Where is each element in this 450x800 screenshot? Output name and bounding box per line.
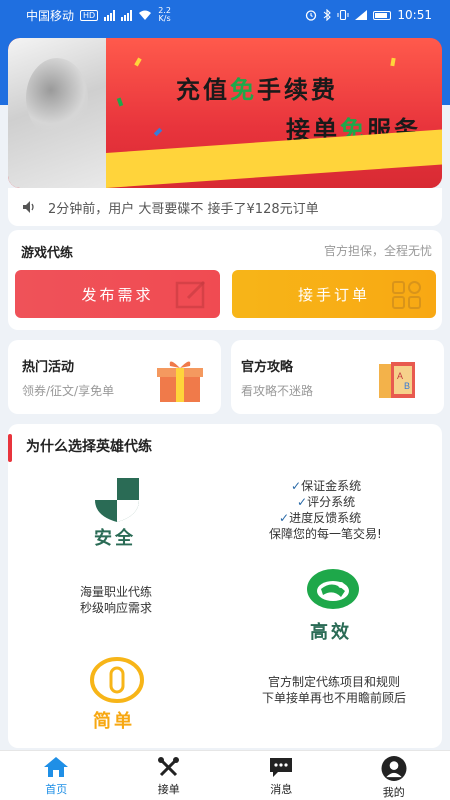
why-choose-card: 为什么选择英雄代练 安全 ✓保证金系统 ✓评分系统 ✓进度反馈系统 保障您的每一… [8, 424, 442, 748]
message-icon [270, 758, 293, 777]
safe-point-1: 保证金系统 [301, 479, 362, 493]
hd-badge: HD [80, 9, 99, 21]
tab-profile[interactable]: 我的 [338, 751, 450, 800]
game-boost-card: 游戏代练 官方担保，全程无忧 发布需求 接手订单 [8, 230, 442, 330]
svg-text:B: B [404, 381, 410, 391]
tab-take-order-label: 接单 [157, 783, 180, 796]
tab-home[interactable]: 首页 [0, 751, 113, 800]
tab-take-order[interactable]: 接单 [113, 751, 226, 800]
post-demand-button[interactable]: 发布需求 [15, 270, 220, 318]
game-boost-subtitle: 官方担保，全程无忧 [323, 244, 432, 258]
battery-icon [373, 10, 392, 20]
tab-messages[interactable]: 消息 [225, 751, 338, 800]
signal-icon-2 [121, 9, 133, 21]
post-demand-label: 发布需求 [81, 285, 154, 304]
take-order-button[interactable]: 接手订单 [232, 270, 436, 318]
section-accent-bar [8, 434, 12, 462]
efficient-line-2: 秒级响应需求 [79, 601, 152, 615]
order-ticker: 2分钟前，用户 大哥要碟不 接手了¥128元订单 [8, 188, 442, 226]
bottom-tab-bar: 首页 接单 消息 我的 [0, 750, 450, 800]
simple-line-2: 下单接单再也不用瞻前顾后 [261, 691, 406, 705]
edit-icon [175, 280, 206, 309]
svg-text:A: A [397, 371, 403, 381]
safe-point-2: 评分系统 [307, 495, 356, 509]
why-choose-title: 为什么选择英雄代练 [26, 439, 152, 455]
banner-headline-1: 充值免手续费 [176, 76, 338, 104]
speaker-icon [23, 201, 34, 213]
simple-label: 简单 [93, 711, 135, 732]
shield-icon [95, 478, 139, 522]
ticker-text: 2分钟前，用户 大哥要碟不 接手了¥128元订单 [48, 201, 319, 217]
take-order-label: 接手订单 [297, 285, 370, 304]
hot-activity-card[interactable]: 热门活动 领券/征文/享免单 [8, 340, 221, 414]
efficient-line-1: 海量职业代练 [79, 585, 152, 599]
bluetooth-icon [324, 9, 332, 21]
safe-label: 安全 [94, 528, 136, 549]
gift-icon [157, 361, 203, 402]
promo-banner[interactable]: 充值免手续费 接单免服务 [8, 38, 442, 188]
official-guide-title: 官方攻略 [241, 360, 294, 375]
clock-time: 10:51 [397, 8, 432, 22]
hot-activity-title: 热门活动 [22, 360, 75, 375]
carrier-name: 中国移动 [26, 8, 75, 23]
tab-profile-label: 我的 [382, 786, 405, 799]
banner-thumbnail [8, 38, 106, 188]
frog-icon [307, 569, 359, 609]
simple-text: 官方制定代练项目和规则 下单接单再也不用瞻前顾后 [244, 674, 424, 706]
efficient-text: 海量职业代练 秒级响应需求 [71, 584, 161, 616]
book-icon: A B [379, 362, 415, 398]
official-guide-card[interactable]: 官方攻略 看攻略不迷路 A B [231, 340, 444, 414]
tab-home-label: 首页 [45, 783, 68, 796]
status-bar: 中国移动 HD 2.2 K/s 10:51 [0, 0, 450, 30]
wifi-signal-icon [355, 9, 368, 20]
net-speed: 2.2 K/s [158, 6, 171, 23]
vibrate-icon [337, 9, 349, 21]
profile-icon [381, 756, 407, 781]
safe-points: ✓保证金系统 ✓评分系统 ✓进度反馈系统 保障您的每一笔交易! [255, 478, 395, 542]
hot-activity-subtitle: 领券/征文/享免单 [22, 384, 115, 398]
take-order-icon [157, 757, 179, 777]
home-icon [44, 757, 69, 777]
tab-messages-label: 消息 [270, 783, 293, 796]
signal-icon [104, 9, 116, 21]
safe-tagline: 保障您的每一笔交易! [269, 527, 382, 541]
safe-point-3: 进度反馈系统 [289, 511, 362, 525]
official-guide-subtitle: 看攻略不迷路 [241, 384, 314, 398]
grid-icon [392, 281, 421, 309]
alarm-icon [306, 10, 317, 21]
simple-icon [90, 657, 144, 703]
simple-line-1: 官方制定代练项目和规则 [267, 675, 400, 689]
game-boost-title: 游戏代练 [21, 246, 74, 261]
efficient-label: 高效 [310, 622, 352, 643]
wifi-icon [139, 10, 152, 20]
